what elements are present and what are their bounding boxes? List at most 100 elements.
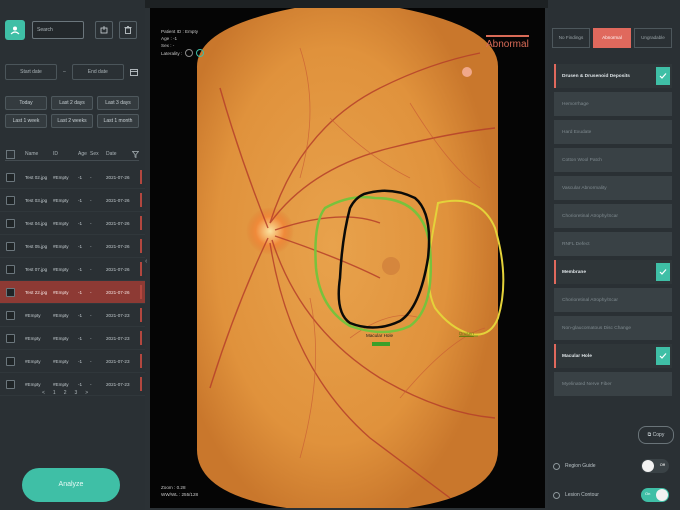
check-icon[interactable]: [656, 263, 670, 281]
table-row[interactable]: Test 22.jpg #Empty -1 - 2021-07-26: [0, 281, 145, 304]
range-last-2-weeks-button[interactable]: Last 2 weeks: [51, 114, 93, 128]
row-status-flag: [140, 193, 142, 207]
row-id: #Empty: [53, 174, 69, 180]
column-header-name[interactable]: Name: [25, 151, 53, 157]
panel-collapse-handle[interactable]: ‹: [145, 258, 148, 272]
row-checkbox[interactable]: [6, 379, 15, 389]
row-checkbox[interactable]: [6, 356, 15, 366]
range-last-3-days-button[interactable]: Last 3 days: [97, 96, 139, 110]
table-row[interactable]: #Empty #Empty -1 - 2021-07-23: [0, 327, 145, 350]
page-2-button[interactable]: 2: [64, 390, 67, 396]
lesion-contour-toggle[interactable]: On: [641, 488, 669, 502]
row-checkbox[interactable]: [6, 264, 15, 274]
prev-page-button[interactable]: <: [42, 390, 45, 396]
user-button[interactable]: [5, 20, 25, 40]
finding-label: Vascular Abnormality: [562, 185, 607, 191]
lesion-contour-radio[interactable]: [553, 491, 560, 499]
range-last-1-month-button[interactable]: Last 1 month: [97, 114, 139, 128]
region-guide-radio[interactable]: [553, 462, 560, 470]
finding-item[interactable]: Chorioretinal Atrophy/Scar: [554, 288, 672, 312]
finding-category[interactable]: Membrane: [554, 260, 672, 284]
table-row[interactable]: Test 02.jpg #Empty -1 - 2021-07-26: [0, 166, 145, 189]
finding-item[interactable]: Chorioretinal Atrophy/Scar: [554, 204, 672, 228]
page-1-button[interactable]: 1: [53, 390, 56, 396]
finding-item[interactable]: Vascular Abnormality: [554, 176, 672, 200]
row-date: 2021-07-23: [106, 335, 130, 341]
row-checkbox[interactable]: [6, 172, 15, 182]
table-row[interactable]: Test 03.jpg #Empty -1 - 2021-07-26: [0, 189, 145, 212]
table-row[interactable]: Test 04.jpg #Empty -1 - 2021-07-26: [0, 212, 145, 235]
table-row[interactable]: #Empty #Empty -1 - 2021-07-23: [0, 304, 145, 327]
finding-item[interactable]: RNFL Defect: [554, 232, 672, 256]
analyze-button[interactable]: Analyze: [22, 468, 120, 502]
column-header-id[interactable]: ID: [53, 151, 78, 157]
check-icon[interactable]: [656, 347, 670, 365]
end-date-field[interactable]: End date: [71, 64, 124, 80]
row-name: Test 04.jpg: [25, 220, 48, 226]
row-date: 2021-07-26: [106, 289, 130, 295]
patient-id-text: Patient ID : Empty: [161, 29, 199, 34]
finding-item[interactable]: Hemorrhage: [554, 92, 672, 116]
finding-item[interactable]: Cotton Wool Patch: [554, 148, 672, 172]
row-status-flag: [140, 354, 142, 368]
finding-category[interactable]: Drusen & Drusenoid Deposits: [554, 64, 672, 88]
row-sex: -: [90, 197, 92, 203]
row-status-flag: [140, 239, 142, 253]
search-input[interactable]: Search: [32, 21, 84, 39]
region-guide-label: Region Guide: [565, 463, 596, 469]
column-header-sex[interactable]: Sex: [90, 151, 106, 157]
finding-category[interactable]: Macular Hole: [554, 344, 672, 368]
start-date-field[interactable]: Start date: [5, 64, 57, 80]
finding-item[interactable]: Myelinated Nerve Fiber: [554, 372, 672, 396]
copy-button[interactable]: ⧉ Copy: [638, 426, 674, 444]
fundus-image: [196, 8, 505, 508]
row-status-flag: [140, 170, 142, 184]
tab-abnormal[interactable]: Abnormal: [593, 28, 631, 48]
range-today-button[interactable]: Today: [5, 96, 47, 110]
laterality-label: Laterality :: [161, 50, 183, 56]
page-3-button[interactable]: 3: [74, 390, 77, 396]
tab-no-findings[interactable]: No Findings: [552, 28, 590, 48]
finding-item[interactable]: Non-glaucomatous Disc Change: [554, 316, 672, 340]
fundus-viewer[interactable]: Patient ID : Empty Age : -1 Sex : - Late…: [150, 8, 545, 508]
row-checkbox[interactable]: [6, 310, 15, 320]
macular-hole-label-bar: [372, 342, 390, 346]
row-checkbox[interactable]: [6, 287, 15, 297]
row-checkbox[interactable]: [6, 195, 15, 205]
column-header-date[interactable]: Date: [106, 151, 132, 157]
row-status-flag: [140, 262, 142, 276]
tab-ungradable[interactable]: Ungradable: [634, 28, 672, 48]
delete-button[interactable]: [119, 21, 137, 39]
laterality-left-radio[interactable]: [185, 49, 194, 57]
region-guide-row: Region Guide Off: [553, 458, 673, 474]
row-age: -1: [78, 266, 83, 272]
calendar-icon[interactable]: [129, 68, 138, 76]
filter-icon[interactable]: [132, 150, 139, 158]
row-checkbox[interactable]: [6, 241, 15, 251]
table-row[interactable]: #Empty #Empty -1 - 2021-07-23: [0, 350, 145, 373]
laterality-right-radio[interactable]: [196, 49, 205, 57]
select-all-checkbox[interactable]: [6, 149, 15, 159]
laterality-row: Laterality :: [161, 49, 205, 57]
row-checkbox[interactable]: [6, 218, 15, 228]
region-guide-toggle[interactable]: Off: [641, 459, 669, 473]
range-last-1-week-button[interactable]: Last 1 week: [5, 114, 47, 128]
toggle-knob: [656, 489, 668, 501]
row-sex: -: [90, 358, 92, 364]
table-row[interactable]: Test 05.jpg #Empty -1 - 2021-07-26: [0, 235, 145, 258]
table-row[interactable]: Test 07.jpg #Empty -1 - 2021-07-26: [0, 258, 145, 281]
row-name: Test 02.jpg: [25, 174, 48, 180]
finding-item[interactable]: Hard Exudate: [554, 120, 672, 144]
column-header-age[interactable]: Age: [78, 151, 90, 157]
upload-button[interactable]: [95, 21, 113, 39]
row-name: #Empty: [25, 335, 41, 341]
check-icon[interactable]: [656, 67, 670, 85]
next-page-button[interactable]: >: [85, 390, 88, 396]
drusen-tag: Drusen: [459, 331, 474, 336]
range-last-2-days-button[interactable]: Last 2 days: [51, 96, 93, 110]
row-date: 2021-07-23: [106, 381, 130, 387]
row-checkbox[interactable]: [6, 333, 15, 343]
row-date: 2021-07-26: [106, 174, 130, 180]
window-level-text: WW/WL : 255/128: [161, 492, 199, 497]
row-status-flag: [140, 216, 142, 230]
